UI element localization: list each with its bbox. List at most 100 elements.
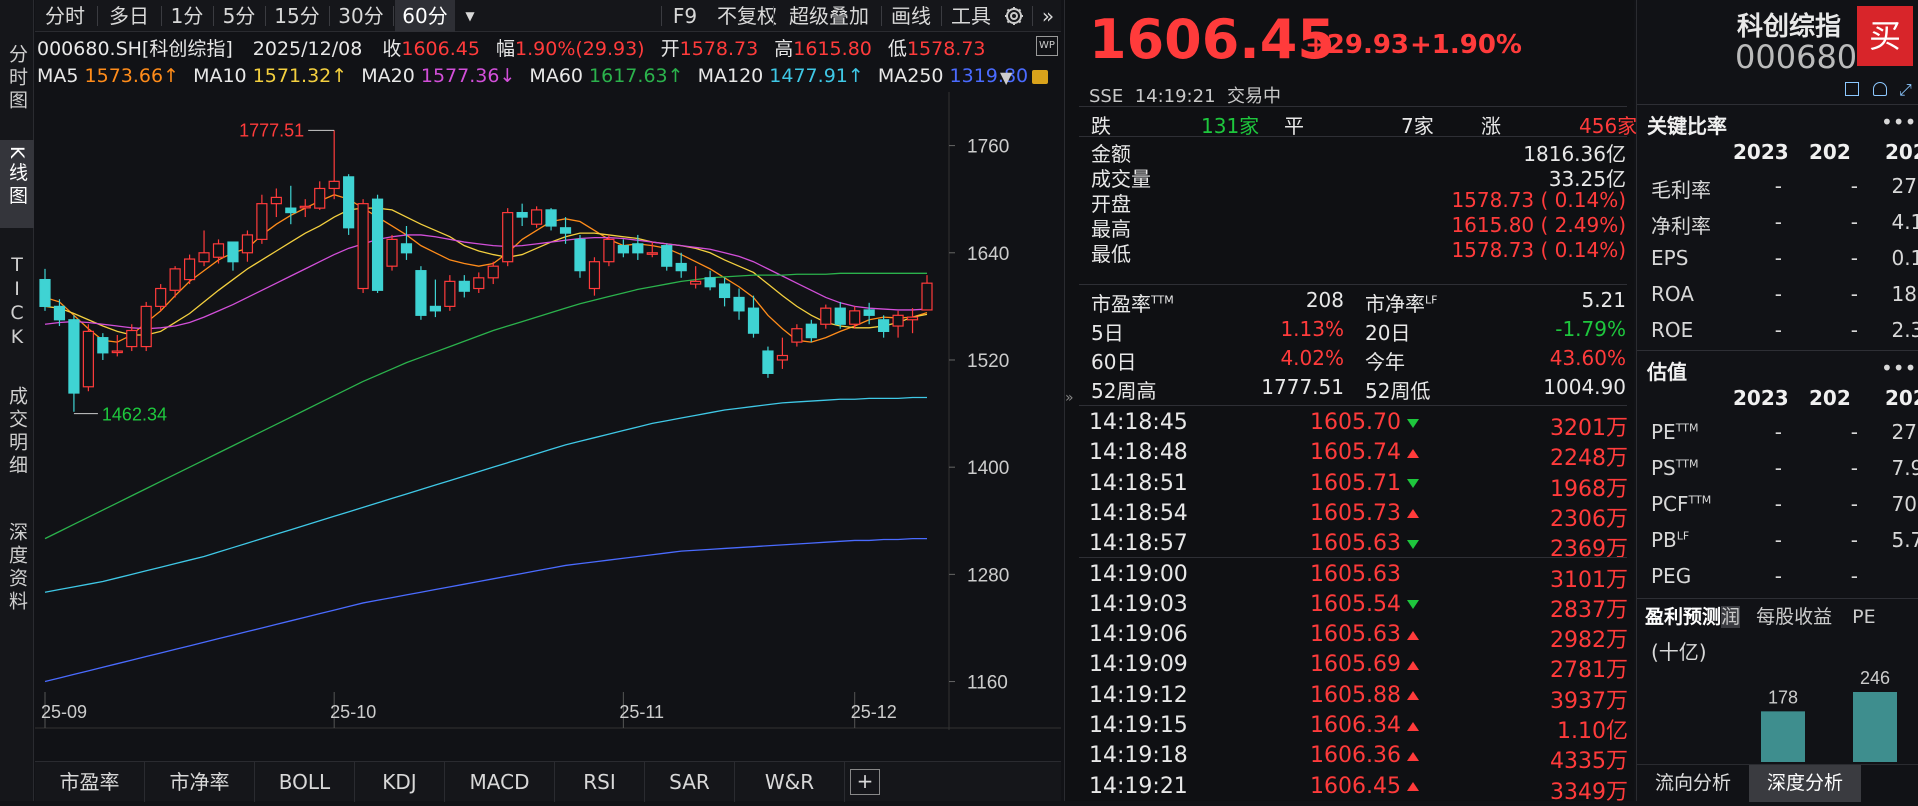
lock-icon[interactable] [1032, 70, 1048, 84]
overlay-button[interactable]: 超级叠加 [781, 0, 877, 32]
period-60min[interactable]: 60分 [395, 0, 455, 32]
last-price: 1606.45 [1089, 8, 1335, 71]
candle [892, 310, 904, 338]
candle-body [487, 265, 499, 279]
candle [198, 230, 210, 267]
arrow-down-icon [1406, 539, 1419, 549]
tab-boll[interactable]: BOLL [255, 762, 355, 802]
tab-eps[interactable]: 每股收益 [1756, 606, 1832, 628]
tick-price-value: 1605.73 [1310, 500, 1401, 526]
tab-kline[interactable]: K线图 [0, 140, 34, 228]
period-intraday[interactable]: 分时 [35, 0, 95, 32]
candle-body [270, 196, 282, 205]
metric-value: - [1774, 318, 1782, 342]
period-30min[interactable]: 30分 [331, 0, 391, 32]
triangle-down-icon[interactable]: ▼ [459, 0, 481, 32]
tick-price: 1605.63 [1310, 622, 1419, 647]
candle [328, 130, 340, 200]
tab-rsi[interactable]: RSI [555, 762, 645, 802]
metric-label: ROE [1651, 318, 1693, 342]
tick-price-value: 1605.69 [1310, 652, 1401, 678]
candle-body [227, 241, 239, 263]
bell-icon[interactable] [1873, 82, 1887, 96]
metric-value: - [1850, 174, 1858, 198]
ratios-more-button[interactable]: ••• [1881, 110, 1916, 134]
candle-body [343, 176, 355, 229]
x-tick-label: 25-12 [851, 702, 897, 722]
tab-profit-forecast[interactable]: 盈利预测 [1645, 606, 1721, 628]
candle-body [718, 283, 731, 299]
metric-label: 毛利率 [1651, 174, 1711, 203]
tab-wr[interactable]: W&R [735, 762, 845, 802]
edit-icon[interactable] [1845, 82, 1859, 96]
tick-amount: 2982万 [1550, 628, 1628, 654]
double-chevron-right-icon[interactable]: » [1035, 0, 1061, 32]
period-multiday[interactable]: 多日 [99, 0, 159, 32]
candle-body [39, 278, 51, 307]
adjust-button[interactable]: 不复权 [707, 0, 787, 32]
arrow-down-icon [1406, 418, 1419, 428]
tab-kdj[interactable]: KDJ [355, 762, 445, 802]
tick-price: 1605.69 [1310, 652, 1419, 677]
plus-box-icon[interactable]: + [850, 769, 880, 795]
ratios-title: 关键比率 [1647, 114, 1727, 138]
candle-body [97, 337, 109, 354]
tab-flow-analysis[interactable]: 流向分析 [1637, 765, 1749, 802]
draw-button[interactable]: 画线 [883, 0, 939, 32]
tick-price-value: 1605.71 [1310, 470, 1401, 496]
tab-depth-analysis[interactable]: 深度分析 [1749, 765, 1861, 802]
candle [458, 275, 470, 298]
tab-tick[interactable]: TICK [0, 250, 34, 360]
chevron-right-icon[interactable]: » [1065, 390, 1074, 406]
up-label: 涨 [1481, 114, 1501, 138]
period-15min[interactable]: 15分 [267, 0, 327, 32]
stat2-label-left-text: 60日 [1091, 350, 1137, 374]
gear-icon[interactable] [999, 0, 1029, 32]
metric-value: 18.6 [1891, 282, 1918, 306]
candle-body [906, 316, 919, 321]
metric-value: - [1850, 492, 1858, 516]
tab-pe-forecast[interactable]: PE [1852, 606, 1875, 628]
candle [617, 239, 629, 258]
wp-icon[interactable]: WP [1036, 36, 1058, 56]
low-label: 低 [887, 38, 907, 60]
f9-button[interactable]: F9 [665, 0, 705, 32]
candle-body [675, 262, 687, 272]
tab-trade-details[interactable]: 成交明细 [0, 382, 34, 494]
close-value: 1606.45 [401, 38, 480, 60]
candle [429, 279, 441, 318]
candle-body [791, 328, 803, 343]
candle [849, 306, 861, 329]
metric-label: PBLF [1651, 528, 1689, 552]
stat2-label-right: 今年 [1365, 346, 1405, 375]
tab-pe[interactable]: 市盈率 [35, 762, 145, 802]
tools-button[interactable]: 工具 [943, 0, 999, 32]
period-1min[interactable]: 1分 [163, 0, 211, 32]
candle-body [285, 207, 297, 214]
candle-body [805, 323, 817, 339]
tab-intraday[interactable]: 分时图 [0, 40, 34, 122]
kline-chart[interactable]: 1760 1640 1520 1400 1280 1160 1777.51 1462.34 25… [35, 92, 1061, 730]
ma5-label: MA5 [37, 65, 79, 87]
tab-sar[interactable]: SAR [645, 762, 735, 802]
triangle-down-icon[interactable]: ▼ [1000, 68, 1012, 87]
expand-icon[interactable]: ⤢ [1899, 80, 1912, 100]
tab-pb[interactable]: 市净率 [145, 762, 255, 802]
tab-macd[interactable]: MACD [445, 762, 555, 802]
tab-profit[interactable]: 润 [1721, 606, 1741, 628]
arrow-up-icon [1406, 721, 1419, 731]
tab-depth-data[interactable]: 深度资料 [0, 518, 34, 630]
candle-body [617, 245, 629, 254]
tick-time: 14:18:54 [1089, 500, 1188, 526]
valuation-more-button[interactable]: ••• [1881, 356, 1916, 380]
buy-button[interactable]: 买 [1857, 6, 1913, 66]
candle-body [429, 305, 441, 312]
candle-body [126, 329, 138, 348]
candle [878, 315, 890, 338]
candle-body [111, 350, 123, 354]
period-5min[interactable]: 5分 [215, 0, 263, 32]
metric-label-sup: TTM [1688, 493, 1712, 507]
candle [299, 199, 311, 218]
tick-price-value: 1605.63 [1310, 531, 1401, 557]
metric-label-sup: TTM [1675, 421, 1699, 435]
